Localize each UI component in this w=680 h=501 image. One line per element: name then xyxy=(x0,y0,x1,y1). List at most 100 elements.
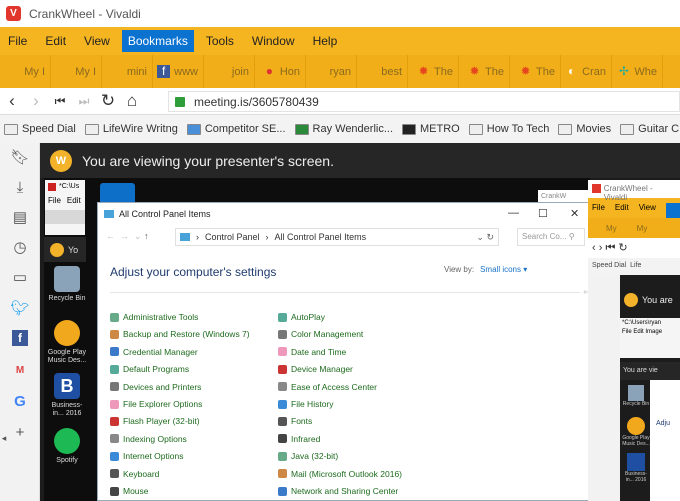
control-panel-item[interactable]: Color Management xyxy=(278,329,363,339)
bookmark-item[interactable]: Speed Dial xyxy=(4,123,76,135)
bookmark-label: METRO xyxy=(420,123,460,135)
control-panel-item[interactable]: Devices and Printers xyxy=(110,382,201,392)
control-panel-item[interactable]: Backup and Restore (Windows 7) xyxy=(110,329,250,339)
bookmarks-panel-icon[interactable]: 🔖︎ xyxy=(10,148,30,168)
bookmark-item[interactable]: METRO xyxy=(402,123,460,135)
tab[interactable]: My I xyxy=(51,55,102,88)
cp-nav-buttons[interactable]: ← → ⌄ ↑ xyxy=(106,231,149,242)
home-button[interactable]: ⌂ xyxy=(120,91,144,111)
gmail-icon[interactable]: M xyxy=(10,361,30,381)
tab[interactable]: mini xyxy=(102,55,153,88)
control-panel-item[interactable]: Default Programs xyxy=(110,364,189,374)
menu-help[interactable]: Help xyxy=(307,30,344,52)
tab[interactable]: ✹ The xyxy=(510,55,561,88)
breadcrumb-control-panel[interactable]: Control Panel xyxy=(205,232,260,242)
menu-view[interactable]: View xyxy=(78,30,116,52)
tab[interactable]: ✹ The xyxy=(408,55,459,88)
collapse-panel-icon[interactable]: ◂ xyxy=(0,428,14,448)
control-panel-item[interactable]: Indexing Options xyxy=(110,434,187,444)
nested-vivaldi-window: CrankWheel - Vivaldi File Edit View My My ‹… xyxy=(588,180,680,501)
tab[interactable]: ryan xyxy=(306,55,357,88)
nested-banner: Yo xyxy=(44,237,86,262)
tab[interactable]: ✹ The xyxy=(459,55,510,88)
paint-menu-file: File xyxy=(48,196,61,205)
reload-button[interactable]: ↻ xyxy=(96,91,120,111)
bookmark-item[interactable]: Competitor SE... xyxy=(186,123,286,135)
close-button[interactable]: ✕ xyxy=(570,207,579,220)
google-icon[interactable]: G xyxy=(10,392,30,412)
w-logo-icon xyxy=(294,123,309,135)
control-panel-item[interactable]: Fonts xyxy=(278,416,312,426)
tab[interactable]: ◐ Cran xyxy=(561,55,612,88)
control-panel-item[interactable]: File History xyxy=(278,399,334,409)
breadcrumb-all-items[interactable]: All Control Panel Items xyxy=(275,232,367,242)
control-panel-item[interactable]: Date and Time xyxy=(278,347,346,357)
history-icon[interactable]: ◷ xyxy=(10,238,30,258)
desktop-icon-spotify[interactable]: Spotify xyxy=(46,428,88,465)
paint-window: *C:\Us File Edit xyxy=(45,180,85,235)
item-label: Administrative Tools xyxy=(123,312,199,322)
menu-edit[interactable]: Edit xyxy=(39,30,72,52)
fast-forward-button[interactable]: ⏭ xyxy=(72,94,96,109)
item-icon xyxy=(110,312,119,322)
control-panel-item[interactable]: File Explorer Options xyxy=(110,399,202,409)
control-panel-item[interactable]: Credential Manager xyxy=(110,347,198,357)
sun-icon: ✹ xyxy=(469,64,480,78)
bookmark-item[interactable]: Movies xyxy=(558,123,611,135)
minimize-button[interactable]: — xyxy=(508,207,519,219)
control-panel-item[interactable]: Infrared xyxy=(278,434,320,444)
tab[interactable]: ● Hon xyxy=(255,55,306,88)
control-panel-item[interactable]: Administrative Tools xyxy=(110,312,198,322)
facebook-icon[interactable]: f xyxy=(12,330,28,346)
tab[interactable]: ✢ Whe xyxy=(612,55,663,88)
bookmark-item[interactable]: Ray Wenderlic... xyxy=(294,123,393,135)
item-icon xyxy=(278,399,287,409)
forward-button[interactable]: › xyxy=(24,91,48,111)
bookmark-item[interactable]: LifeWire Writng xyxy=(84,123,178,135)
tab[interactable]: join xyxy=(204,55,255,88)
folder-icon xyxy=(468,123,483,135)
desktop-icon-recycle-bin[interactable]: Recycle Bin xyxy=(46,266,88,303)
bookmark-item[interactable]: How To Tech xyxy=(468,123,549,135)
chart-icon xyxy=(186,123,201,135)
cp-search-input[interactable]: Search Co... ⚲ xyxy=(517,228,585,246)
control-panel-item[interactable]: Mouse xyxy=(110,486,149,496)
control-panel-window: All Control Panel Items — ☐ ✕ ← → ⌄ ↑ › … xyxy=(97,202,590,501)
tab[interactable]: f www xyxy=(153,55,204,88)
desktop-icon-google-play-music[interactable]: Google Play Music Des... xyxy=(46,320,88,365)
downloads-icon[interactable]: ⤓ xyxy=(10,178,30,198)
item-label: Credential Manager xyxy=(123,346,198,357)
control-panel-item[interactable]: Keyboard xyxy=(110,469,159,479)
tab[interactable]: best xyxy=(357,55,408,88)
bookmark-item[interactable]: Guitar C xyxy=(620,123,679,135)
nested-banner: You are xyxy=(642,295,673,305)
notes-icon[interactable]: ▤ xyxy=(10,208,30,228)
control-panel-item[interactable]: Java (32-bit) xyxy=(278,451,338,461)
menu-tools[interactable]: Tools xyxy=(200,30,240,52)
menu-bookmarks[interactable]: Bookmarks xyxy=(121,30,194,52)
item-icon xyxy=(110,399,119,409)
control-panel-item[interactable]: Network and Sharing Center xyxy=(278,486,398,496)
desktop-icon-business[interactable]: B Business-in... 2016 xyxy=(46,373,88,418)
rewind-button[interactable]: ⏮ xyxy=(48,94,72,109)
view-by-dropdown[interactable]: Small icons ▾ xyxy=(480,265,527,274)
url-field[interactable]: meeting.is/3605780439 xyxy=(168,91,680,112)
nested-banner2: You are vie xyxy=(620,362,680,380)
control-panel-item[interactable]: Device Manager xyxy=(278,364,353,374)
control-panel-item[interactable]: Ease of Access Center xyxy=(278,382,377,392)
menu-window[interactable]: Window xyxy=(246,30,301,52)
control-panel-item[interactable]: Flash Player (32-bit) xyxy=(110,416,200,426)
control-panel-item[interactable]: Internet Options xyxy=(110,451,183,461)
tab[interactable]: My I xyxy=(0,55,51,88)
menu-file[interactable]: File xyxy=(2,30,33,52)
item-icon xyxy=(278,416,287,426)
cp-address-bar[interactable]: › Control Panel › All Control Panel Items… xyxy=(175,228,499,246)
twitter-icon[interactable]: 🐦︎ xyxy=(10,299,30,319)
nested-paint-title: *C:\Users\ryan xyxy=(622,320,662,326)
control-panel-item[interactable]: Mail (Microsoft Outlook 2016) xyxy=(278,469,402,479)
control-panel-item[interactable]: AutoPlay xyxy=(278,312,325,322)
window-panel-icon[interactable]: ▭ xyxy=(10,268,30,288)
maximize-button[interactable]: ☐ xyxy=(538,207,548,220)
facebook-icon: f xyxy=(157,65,171,78)
back-button[interactable]: ‹ xyxy=(0,91,24,111)
